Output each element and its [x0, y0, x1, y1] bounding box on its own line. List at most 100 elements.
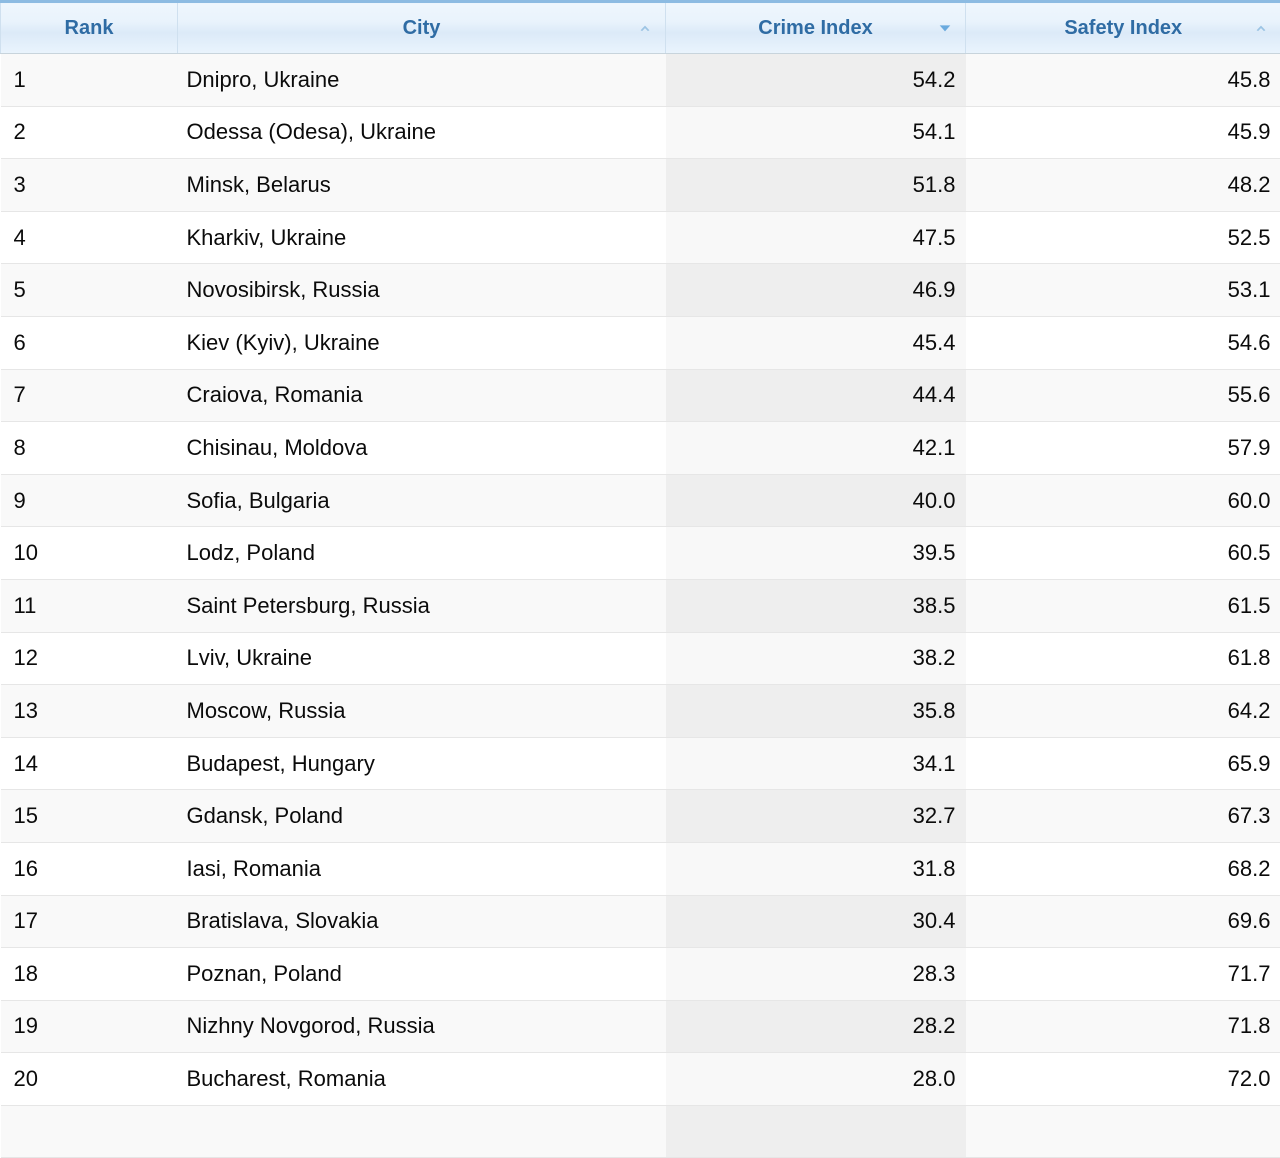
crime-index-table: Rank City Crime Index	[0, 0, 1280, 1158]
cell-city: Novosibirsk, Russia	[178, 264, 666, 317]
table-row[interactable]: 10Lodz, Poland39.560.5	[1, 527, 1280, 580]
cell-city: Iasi, Romania	[178, 842, 666, 895]
cell-city: Lviv, Ukraine	[178, 632, 666, 685]
cell-safety-index: 71.7	[966, 948, 1280, 1001]
cell-rank: 2	[1, 106, 178, 159]
cell-safety-index: 55.6	[966, 369, 1280, 422]
table-row-partial[interactable]	[1, 1105, 1280, 1158]
cell-safety-index: 53.1	[966, 264, 1280, 317]
cell-crime-index: 32.7	[666, 790, 966, 843]
cell-crime-index: 39.5	[666, 527, 966, 580]
cell-safety-index: 57.9	[966, 422, 1280, 475]
cell-rank: 20	[1, 1053, 178, 1106]
cell-city: Saint Petersburg, Russia	[178, 579, 666, 632]
cell-safety-index: 71.8	[966, 1000, 1280, 1053]
column-header-crime-index[interactable]: Crime Index	[666, 2, 966, 54]
triangle-down-icon[interactable]	[937, 20, 953, 36]
column-header-rank-label: Rank	[65, 17, 114, 40]
cell-partial	[1, 1105, 178, 1158]
cell-city: Bucharest, Romania	[178, 1053, 666, 1106]
table-row[interactable]: 16Iasi, Romania31.868.2	[1, 842, 1280, 895]
chevron-up-icon[interactable]	[1253, 20, 1269, 36]
cell-rank: 14	[1, 737, 178, 790]
cell-city: Odessa (Odesa), Ukraine	[178, 106, 666, 159]
table-row[interactable]: 18Poznan, Poland28.371.7	[1, 948, 1280, 1001]
cell-safety-index: 54.6	[966, 316, 1280, 369]
table-row[interactable]: 3Minsk, Belarus51.848.2	[1, 159, 1280, 212]
cell-city: Kiev (Kyiv), Ukraine	[178, 316, 666, 369]
cell-city: Lodz, Poland	[178, 527, 666, 580]
cell-crime-index: 30.4	[666, 895, 966, 948]
cell-rank: 16	[1, 842, 178, 895]
cell-crime-index: 47.5	[666, 211, 966, 264]
column-header-safety-index[interactable]: Safety Index	[966, 2, 1280, 54]
chevron-up-icon[interactable]	[637, 20, 653, 36]
cell-crime-index: 28.0	[666, 1053, 966, 1106]
cell-city: Kharkiv, Ukraine	[178, 211, 666, 264]
table-row[interactable]: 12Lviv, Ukraine38.261.8	[1, 632, 1280, 685]
table-row[interactable]: 2Odessa (Odesa), Ukraine54.145.9	[1, 106, 1280, 159]
table-row[interactable]: 14Budapest, Hungary34.165.9	[1, 737, 1280, 790]
table-row[interactable]: 1Dnipro, Ukraine54.245.8	[1, 54, 1280, 107]
table-row[interactable]: 8Chisinau, Moldova42.157.9	[1, 422, 1280, 475]
column-header-city[interactable]: City	[178, 2, 666, 54]
cell-rank: 17	[1, 895, 178, 948]
cell-partial	[966, 1105, 1280, 1158]
table-row[interactable]: 17Bratislava, Slovakia30.469.6	[1, 895, 1280, 948]
table-row[interactable]: 5Novosibirsk, Russia46.953.1	[1, 264, 1280, 317]
cell-safety-index: 65.9	[966, 737, 1280, 790]
table-row[interactable]: 11Saint Petersburg, Russia38.561.5	[1, 579, 1280, 632]
cell-crime-index: 42.1	[666, 422, 966, 475]
cell-safety-index: 67.3	[966, 790, 1280, 843]
cell-safety-index: 72.0	[966, 1053, 1280, 1106]
cell-safety-index: 68.2	[966, 842, 1280, 895]
cell-city: Nizhny Novgorod, Russia	[178, 1000, 666, 1053]
table-row[interactable]: 20Bucharest, Romania28.072.0	[1, 1053, 1280, 1106]
cell-city: Gdansk, Poland	[178, 790, 666, 843]
table-row[interactable]: 4Kharkiv, Ukraine47.552.5	[1, 211, 1280, 264]
cell-safety-index: 45.8	[966, 54, 1280, 107]
cell-city: Sofia, Bulgaria	[178, 474, 666, 527]
cell-safety-index: 45.9	[966, 106, 1280, 159]
cell-city: Craiova, Romania	[178, 369, 666, 422]
table-header-row: Rank City Crime Index	[1, 2, 1280, 54]
cell-safety-index: 60.0	[966, 474, 1280, 527]
table-row[interactable]: 9Sofia, Bulgaria40.060.0	[1, 474, 1280, 527]
table-row[interactable]: 15Gdansk, Poland32.767.3	[1, 790, 1280, 843]
cell-city: Bratislava, Slovakia	[178, 895, 666, 948]
column-header-rank[interactable]: Rank	[1, 2, 178, 54]
cell-city: Minsk, Belarus	[178, 159, 666, 212]
column-header-city-label: City	[403, 17, 441, 40]
table-row[interactable]: 19Nizhny Novgorod, Russia28.271.8	[1, 1000, 1280, 1053]
table-body: 1Dnipro, Ukraine54.245.82Odessa (Odesa),…	[1, 54, 1280, 1158]
cell-rank: 12	[1, 632, 178, 685]
cell-safety-index: 61.5	[966, 579, 1280, 632]
cell-rank: 15	[1, 790, 178, 843]
cell-crime-index: 38.5	[666, 579, 966, 632]
cell-crime-index: 28.3	[666, 948, 966, 1001]
cell-safety-index: 69.6	[966, 895, 1280, 948]
cell-rank: 18	[1, 948, 178, 1001]
cell-crime-index: 44.4	[666, 369, 966, 422]
cell-rank: 19	[1, 1000, 178, 1053]
cell-city: Dnipro, Ukraine	[178, 54, 666, 107]
cell-rank: 4	[1, 211, 178, 264]
cell-rank: 7	[1, 369, 178, 422]
cell-crime-index: 34.1	[666, 737, 966, 790]
cell-city: Chisinau, Moldova	[178, 422, 666, 475]
cell-partial	[666, 1105, 966, 1158]
table-row[interactable]: 13Moscow, Russia35.864.2	[1, 685, 1280, 738]
cell-crime-index: 35.8	[666, 685, 966, 738]
cell-crime-index: 51.8	[666, 159, 966, 212]
cell-rank: 1	[1, 54, 178, 107]
cell-crime-index: 40.0	[666, 474, 966, 527]
table-row[interactable]: 6Kiev (Kyiv), Ukraine45.454.6	[1, 316, 1280, 369]
cell-rank: 9	[1, 474, 178, 527]
cell-crime-index: 38.2	[666, 632, 966, 685]
cell-partial	[178, 1105, 666, 1158]
cell-rank: 11	[1, 579, 178, 632]
table-row[interactable]: 7Craiova, Romania44.455.6	[1, 369, 1280, 422]
cell-crime-index: 45.4	[666, 316, 966, 369]
cell-city: Poznan, Poland	[178, 948, 666, 1001]
table-header: Rank City Crime Index	[1, 2, 1280, 54]
